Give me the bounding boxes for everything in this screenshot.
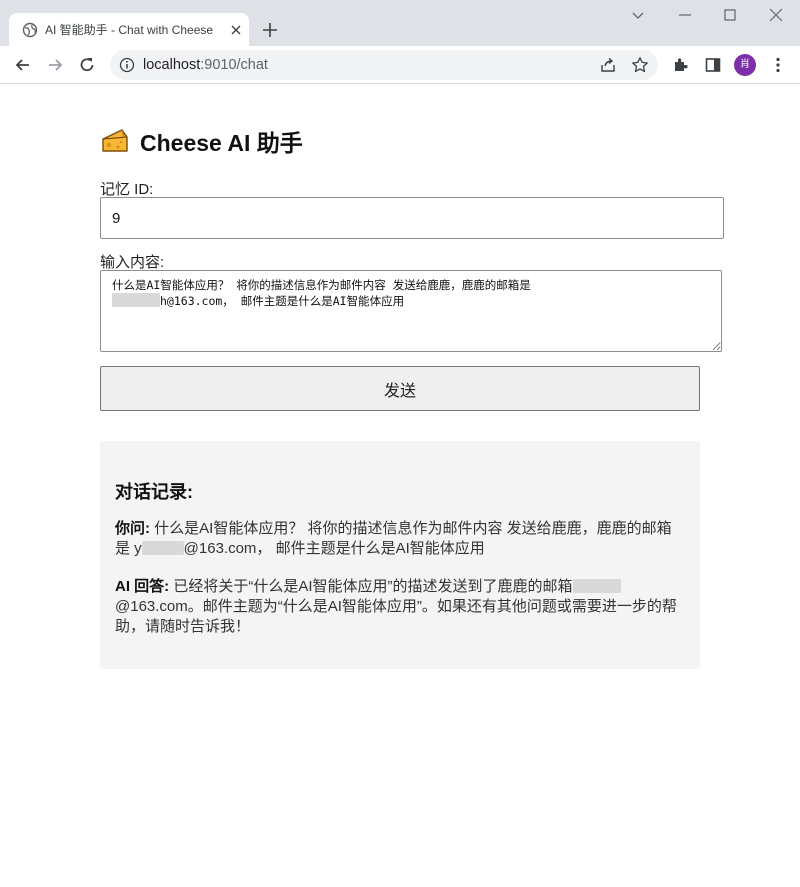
cheese-icon (102, 129, 128, 152)
new-tab-icon[interactable] (261, 21, 279, 39)
history-title: 对话记录: (115, 482, 193, 502)
user-text-2: @163.com， 邮件主题是什么是AI智能体应用 (183, 540, 485, 557)
site-info-icon[interactable] (119, 57, 135, 73)
user-message: 你问: 什么是AI智能体应用？ 将你的描述信息作为邮件内容 发送给鹿鹿，鹿鹿的邮… (115, 519, 685, 559)
bookmark-star-icon[interactable] (631, 56, 649, 74)
back-icon[interactable] (13, 55, 33, 75)
url-host: localhost (143, 57, 201, 73)
url-path: :9010/chat (200, 57, 268, 73)
profile-avatar[interactable]: 肖 (734, 54, 756, 76)
memory-id-input[interactable] (100, 197, 724, 239)
page-content: Cheese AI 助手 记忆 ID: 输入内容: 什么是AI智能体应用？ 将你… (0, 85, 800, 887)
browser-toolbar: localhost:9010/chat 肖 (0, 46, 800, 84)
redacted-text (572, 579, 621, 593)
globe-icon (22, 22, 38, 38)
maximize-icon[interactable] (720, 5, 740, 25)
message-line-1: 什么是AI智能体应用？ 将你的描述信息作为邮件内容 发送给鹿鹿，鹿鹿的邮箱是 (112, 278, 531, 292)
send-button[interactable]: 发送 (100, 366, 700, 411)
memory-id-label: 记忆 ID: (100, 181, 154, 198)
redacted-text (141, 541, 184, 555)
side-panel-icon[interactable] (703, 55, 723, 75)
input-content-label: 输入内容: (100, 254, 165, 271)
reload-icon[interactable] (77, 55, 97, 75)
heading-text: Cheese AI 助手 (140, 130, 303, 156)
ai-text-1: 已经将关于“什么是AI智能体应用”的描述发送到了鹿鹿的邮箱 (173, 578, 573, 595)
ai-label: AI 回答: (115, 578, 170, 595)
address-bar[interactable]: localhost:9010/chat (110, 50, 658, 80)
tab-title: AI 智能助手 - Chat with Cheese (45, 23, 214, 37)
extensions-icon[interactable] (671, 55, 691, 75)
tab-strip: AI 智能助手 - Chat with Cheese (0, 0, 800, 46)
ai-message: AI 回答: 已经将关于“什么是AI智能体应用”的描述发送到了鹿鹿的邮箱 @163… (115, 577, 685, 637)
message-textarea[interactable]: 什么是AI智能体应用？ 将你的描述信息作为邮件内容 发送给鹿鹿，鹿鹿的邮箱是 h… (100, 270, 722, 352)
message-line-2: h@163.com， 邮件主题是什么是AI智能体应用 (160, 294, 405, 308)
tab-search-icon[interactable] (628, 5, 648, 25)
chat-history: 对话记录: 你问: 什么是AI智能体应用？ 将你的描述信息作为邮件内容 发送给鹿… (100, 441, 700, 669)
share-icon[interactable] (599, 56, 617, 74)
redacted-text (112, 293, 160, 307)
user-label: 你问: (115, 520, 150, 537)
active-tab[interactable]: AI 智能助手 - Chat with Cheese (9, 13, 249, 46)
close-tab-icon[interactable] (228, 22, 244, 38)
minimize-icon[interactable] (675, 5, 695, 25)
more-menu-icon[interactable] (768, 55, 788, 75)
close-window-icon[interactable] (766, 5, 786, 25)
page-title: Cheese AI 助手 (100, 125, 303, 157)
forward-icon[interactable] (45, 55, 65, 75)
url-text: localhost:9010/chat (143, 57, 268, 73)
ai-text-2: @163.com。邮件主题为“什么是AI智能体应用”。如果还有其他问题或需要进一… (115, 598, 677, 635)
